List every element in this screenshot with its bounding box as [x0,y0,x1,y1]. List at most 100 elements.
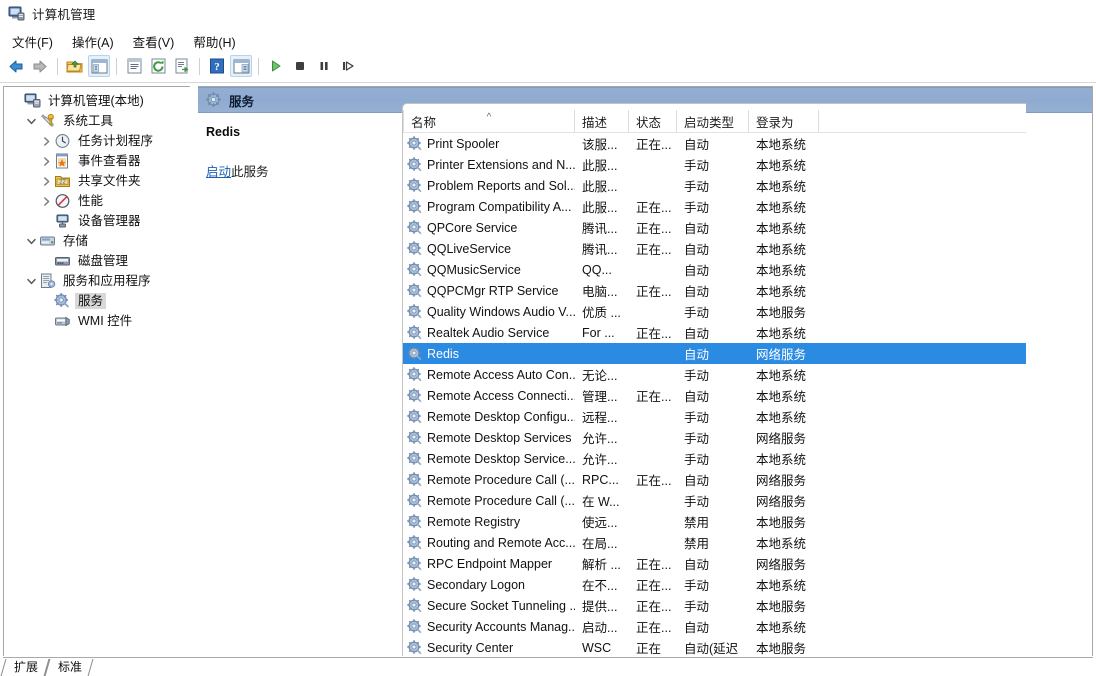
chevron-right-icon[interactable] [38,133,54,149]
service-list-row[interactable]: Remote Procedure Call (... 在 W... 手动 网络服务 [403,490,1026,511]
service-list-row[interactable]: Secondary Logon 在不... 正在... 手动 本地系统 [403,574,1026,595]
service-list-row[interactable]: Security Accounts Manag... 启动... 正在... 自动 本地… [403,616,1026,637]
tab-extended[interactable]: 扩展 [3,659,47,676]
tree-node-computer-management[interactable]: 计算机管理(本地) [4,91,190,111]
service-list-row[interactable]: Quality Windows Audio V... 优质 ... 手动 本地服务 [403,301,1026,322]
service-name-label: Security Center [427,640,514,655]
service-description-cell: 腾讯... [582,243,618,257]
help-icon[interactable]: ? [206,55,228,77]
service-log-on-as-cell: 网络服务 [756,495,807,509]
start-service-icon[interactable] [265,55,287,77]
event-viewer-icon [54,153,71,169]
tree-node-performance[interactable]: 性能 [4,191,190,211]
service-name-cell: QQLiveService [403,238,575,259]
stop-service-icon[interactable] [289,55,311,77]
service-list-row[interactable]: Remote Desktop Configu... 远程... 手动 本地系统 [403,406,1026,427]
show-action-pane-icon[interactable] [230,55,252,77]
service-name-label: Quality Windows Audio V... [427,304,575,319]
tree-node-label: 共享文件夹 [78,174,141,188]
restart-service-icon[interactable] [337,55,359,77]
service-description-cell: 该服... [582,138,618,152]
service-list-row[interactable]: Problem Reports and Sol... 此服... 手动 本地系统 [403,175,1026,196]
service-list-row[interactable]: Security Center WSC 正在 自动(延迟 本地服务 [403,637,1026,658]
service-description-cell: 管理... [582,390,618,404]
properties-icon[interactable] [123,55,145,77]
service-description-cell: 腾讯... [582,222,618,236]
tree-node-wmi-control[interactable]: WMI 控件 [4,311,190,331]
service-name-cell: Problem Reports and Sol... [403,175,575,196]
chevron-down-icon[interactable] [23,273,39,289]
up-folder-icon[interactable] [64,55,86,77]
service-name-label: Remote Procedure Call (... [427,493,575,508]
tree-node-task-scheduler[interactable]: 任务计划程序 [4,131,190,151]
service-gear-icon [407,514,423,529]
service-name-label: Print Spooler [427,136,500,151]
tree-node-shared-folders[interactable]: 22 共享文件夹 [4,171,190,191]
pane-splitter[interactable] [190,86,198,674]
service-list-row[interactable]: RPC Endpoint Mapper 解析 ... 正在... 自动 网络服务 [403,553,1026,574]
service-list-row[interactable]: QPCore Service 腾讯... 正在... 自动 本地系统 [403,217,1026,238]
column-header-name[interactable]: 名称 ^ [403,110,575,133]
service-status-cell [629,490,677,511]
refresh-icon[interactable] [147,55,169,77]
service-list-row[interactable]: Remote Desktop Service... 允许... 手动 本地系统 [403,448,1026,469]
service-list-row[interactable]: Secure Socket Tunneling ... 提供... 正在... 手动 本… [403,595,1026,616]
service-description-cell: 此服... [582,201,618,215]
service-list-row[interactable]: QQPCMgr RTP Service 电脑... 正在... 自动 本地系统 [403,280,1026,301]
tree-node-services-and-apps[interactable]: 服务和应用程序 [4,271,190,291]
service-details-pane: Redis 启动此服务 [198,114,402,673]
tree-node-device-manager[interactable]: 设备管理器 [4,211,190,231]
back-icon[interactable] [5,55,27,77]
service-startup-type-cell: 手动 [684,369,710,383]
tree-node-system-tools[interactable]: 系统工具 [4,111,190,131]
service-startup-type-cell: 手动 [684,579,710,593]
service-list-row[interactable]: QQLiveService 腾讯... 正在... 自动 本地系统 [403,238,1026,259]
tree-node-event-viewer[interactable]: 事件查看器 [4,151,190,171]
service-list-row[interactable]: Remote Access Connecti... 管理... 正在... 自动 本地系… [403,385,1026,406]
service-list-row[interactable]: Print Spooler 该服... 正在... 自动 本地系统 [403,133,1026,154]
column-header-startup-type[interactable]: 启动类型 [677,110,749,133]
export-list-icon[interactable] [171,55,193,77]
service-list-row[interactable]: Routing and Remote Acc... 在局... 禁用 本地系统 [403,532,1026,553]
column-header-log-on-as[interactable]: 登录为 [749,110,819,133]
column-header-status[interactable]: 状态 [629,110,677,133]
service-list-row[interactable]: Program Compatibility A... 此服... 正在... 手动 本地… [403,196,1026,217]
tree-node-disk-management[interactable]: 磁盘管理 [4,251,190,271]
service-description-cell [575,343,629,364]
tree-node-storage[interactable]: 存储 [4,231,190,251]
tree-node-services[interactable]: 服务 [4,291,190,311]
toolbar-divider [0,82,1096,83]
service-startup-type-cell: 自动 [684,327,710,341]
service-description-cell: 在不... [582,579,618,593]
service-status-cell [629,175,677,196]
chevron-right-icon[interactable] [38,173,54,189]
chevron-down-icon[interactable] [23,233,39,249]
menu-help[interactable]: 帮助(H) [189,30,244,53]
menu-view[interactable]: 查看(V) [129,30,184,53]
chevron-right-icon[interactable] [38,153,54,169]
forward-icon[interactable] [29,55,51,77]
menu-action[interactable]: 操作(A) [68,30,123,53]
service-list-row[interactable]: Realtek Audio Service For ... 正在... 自动 本地系统 [403,322,1026,343]
service-gear-icon [407,241,423,256]
service-list-row[interactable]: QQMusicService QQ... 自动 本地系统 [403,259,1026,280]
tab-strip-divider [3,657,1093,658]
menu-file[interactable]: 文件(F) [8,30,62,53]
column-header-description[interactable]: 描述 [575,110,629,133]
device-manager-icon [54,213,71,229]
column-header-label: 描述 [582,116,608,130]
service-list-row[interactable]: Printer Extensions and N... 此服... 手动 本地系统 [403,154,1026,175]
service-list-row[interactable]: Remote Registry 使远... 禁用 本地服务 [403,511,1026,532]
start-service-link[interactable]: 启动 [206,165,231,179]
service-description-cell: QQ... [582,262,612,277]
service-list-row[interactable]: Remote Procedure Call (... RPC... 正在... 自动 网… [403,469,1026,490]
chevron-right-icon[interactable] [38,193,54,209]
service-list-row[interactable]: Redis 自动 网络服务 [403,343,1026,364]
chevron-down-icon[interactable] [23,113,39,129]
pause-service-icon[interactable] [313,55,335,77]
service-list-row[interactable]: Remote Access Auto Con... 无论... 手动 本地系统 [403,364,1026,385]
tab-standard[interactable]: 标准 [47,659,91,676]
show-hide-console-tree-icon[interactable] [88,55,110,77]
tree-node-label: 磁盘管理 [78,254,129,268]
service-list-row[interactable]: Remote Desktop Services 允许... 手动 网络服务 [403,427,1026,448]
